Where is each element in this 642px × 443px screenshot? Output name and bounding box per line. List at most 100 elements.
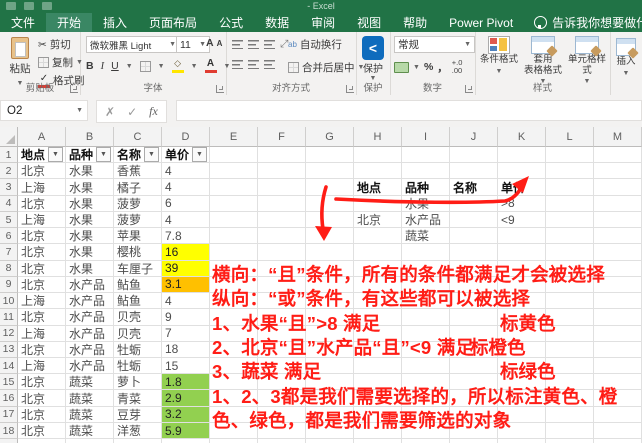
- bold-button[interactable]: B: [86, 60, 94, 72]
- cell-G10[interactable]: [306, 293, 354, 310]
- cell-J19[interactable]: [450, 439, 498, 443]
- align-middle-icon[interactable]: [248, 40, 259, 49]
- cell-A13[interactable]: 北京: [18, 341, 66, 358]
- cell-M2[interactable]: [594, 163, 642, 180]
- column-header-A[interactable]: A: [18, 127, 66, 147]
- cell-G17[interactable]: [306, 406, 354, 423]
- cell-L17[interactable]: [546, 406, 594, 423]
- cell-I17[interactable]: [402, 406, 450, 423]
- row-header-8[interactable]: 8: [0, 260, 18, 277]
- row-header-10[interactable]: 10: [0, 293, 18, 310]
- protect-button[interactable]: < 保护 ▼: [356, 32, 390, 82]
- cell-K11[interactable]: [498, 309, 546, 326]
- cell-A17[interactable]: 北京: [18, 406, 66, 423]
- cell-F16[interactable]: [258, 390, 306, 407]
- align-bottom-icon[interactable]: [264, 40, 275, 49]
- cell-B2[interactable]: 水果: [66, 163, 114, 180]
- cell-J10[interactable]: [450, 293, 498, 310]
- cell-B16[interactable]: 蔬菜: [66, 390, 114, 407]
- cell-H9[interactable]: [354, 276, 402, 294]
- cell-I3[interactable]: 品种: [402, 179, 450, 196]
- cell-C1[interactable]: 名称 ▼: [114, 147, 162, 164]
- cell-C4[interactable]: 菠萝: [114, 195, 162, 212]
- cell-J3[interactable]: 名称: [450, 179, 498, 196]
- cell-M1[interactable]: [594, 147, 642, 164]
- column-header-F[interactable]: F: [258, 127, 306, 147]
- cell-K19[interactable]: [498, 439, 546, 443]
- fill-color-icon[interactable]: ◇: [171, 59, 184, 73]
- cell-J2[interactable]: [450, 163, 498, 180]
- cell-M6[interactable]: [594, 228, 642, 245]
- cell-L12[interactable]: [546, 325, 594, 342]
- cell-A2[interactable]: 北京: [18, 163, 66, 180]
- cell-I9[interactable]: [402, 276, 450, 294]
- cell-H19[interactable]: [354, 439, 402, 443]
- insert-cells-button[interactable]: 插入 ▼: [610, 32, 642, 79]
- cell-M3[interactable]: [594, 179, 642, 196]
- cell-F4[interactable]: [258, 195, 306, 212]
- cell-K10[interactable]: [498, 293, 546, 310]
- cell-C3[interactable]: 橘子: [114, 179, 162, 196]
- cell-E12[interactable]: [210, 325, 258, 342]
- tab-视图[interactable]: 视图: [346, 13, 392, 32]
- filter-dropdown-icon[interactable]: ▼: [96, 147, 111, 163]
- cell-J4[interactable]: [450, 195, 498, 212]
- cell-K13[interactable]: [498, 341, 546, 358]
- filter-dropdown-icon[interactable]: ▼: [144, 147, 159, 163]
- cell-I6[interactable]: 蔬菜: [402, 228, 450, 245]
- cell-K9[interactable]: [498, 276, 546, 294]
- cell-F3[interactable]: [258, 179, 306, 196]
- column-header-K[interactable]: K: [498, 127, 546, 147]
- cell-D8[interactable]: 39: [162, 260, 210, 277]
- cell-E13[interactable]: [210, 341, 258, 358]
- cell-H1[interactable]: [354, 147, 402, 164]
- cell-K5[interactable]: <9: [498, 211, 546, 229]
- row-header-14[interactable]: 14: [0, 357, 18, 375]
- column-header-H[interactable]: H: [354, 127, 402, 147]
- decrease-decimal-button[interactable]: .00: [452, 66, 462, 75]
- cell-L19[interactable]: [546, 439, 594, 443]
- cell-K8[interactable]: [498, 260, 546, 277]
- dialog-launcher-icon[interactable]: [346, 85, 354, 93]
- cell-A18[interactable]: 北京: [18, 422, 66, 440]
- tab-数据[interactable]: 数据: [254, 13, 300, 32]
- cell-I18[interactable]: [402, 422, 450, 440]
- cell-J9[interactable]: [450, 276, 498, 294]
- cell-I10[interactable]: [402, 293, 450, 310]
- cell-J16[interactable]: [450, 390, 498, 407]
- cell-A15[interactable]: 北京: [18, 374, 66, 391]
- cell-K4[interactable]: >8: [498, 195, 546, 212]
- cell-I19[interactable]: [402, 439, 450, 443]
- tab-公式[interactable]: 公式: [208, 13, 254, 32]
- column-header-M[interactable]: M: [594, 127, 642, 147]
- row-header-1[interactable]: 1: [0, 147, 18, 164]
- cell-G1[interactable]: [306, 147, 354, 164]
- row-header-13[interactable]: 13: [0, 341, 18, 358]
- tab-审阅[interactable]: 审阅: [300, 13, 346, 32]
- dialog-launcher-icon[interactable]: [216, 85, 224, 93]
- cell-E6[interactable]: [210, 228, 258, 245]
- cell-F18[interactable]: [258, 422, 306, 440]
- cell-E4[interactable]: [210, 195, 258, 212]
- cell-L2[interactable]: [546, 163, 594, 180]
- cell-A8[interactable]: 北京: [18, 260, 66, 277]
- cell-K18[interactable]: [498, 422, 546, 440]
- cell-F12[interactable]: [258, 325, 306, 342]
- cell-G4[interactable]: [306, 195, 354, 212]
- cell-A1[interactable]: 地点 ▼: [18, 147, 66, 164]
- cell-C15[interactable]: 萝卜: [114, 374, 162, 391]
- row-header-16[interactable]: 16: [0, 390, 18, 407]
- cell-H4[interactable]: [354, 195, 402, 212]
- borders-icon[interactable]: [139, 60, 151, 72]
- cell-C10[interactable]: 鲇鱼: [114, 293, 162, 310]
- tab-页面布局[interactable]: 页面布局: [138, 13, 208, 32]
- cell-M11[interactable]: [594, 309, 642, 326]
- cell-B1[interactable]: 品种 ▼: [66, 147, 114, 164]
- cell-H16[interactable]: [354, 390, 402, 407]
- cell-E17[interactable]: [210, 406, 258, 423]
- row-header-11[interactable]: 11: [0, 309, 18, 326]
- font-size-select[interactable]: 11 ▼: [176, 36, 210, 53]
- cell-E2[interactable]: [210, 163, 258, 180]
- cell-B8[interactable]: 水果: [66, 260, 114, 277]
- percent-style-button[interactable]: %: [424, 61, 433, 73]
